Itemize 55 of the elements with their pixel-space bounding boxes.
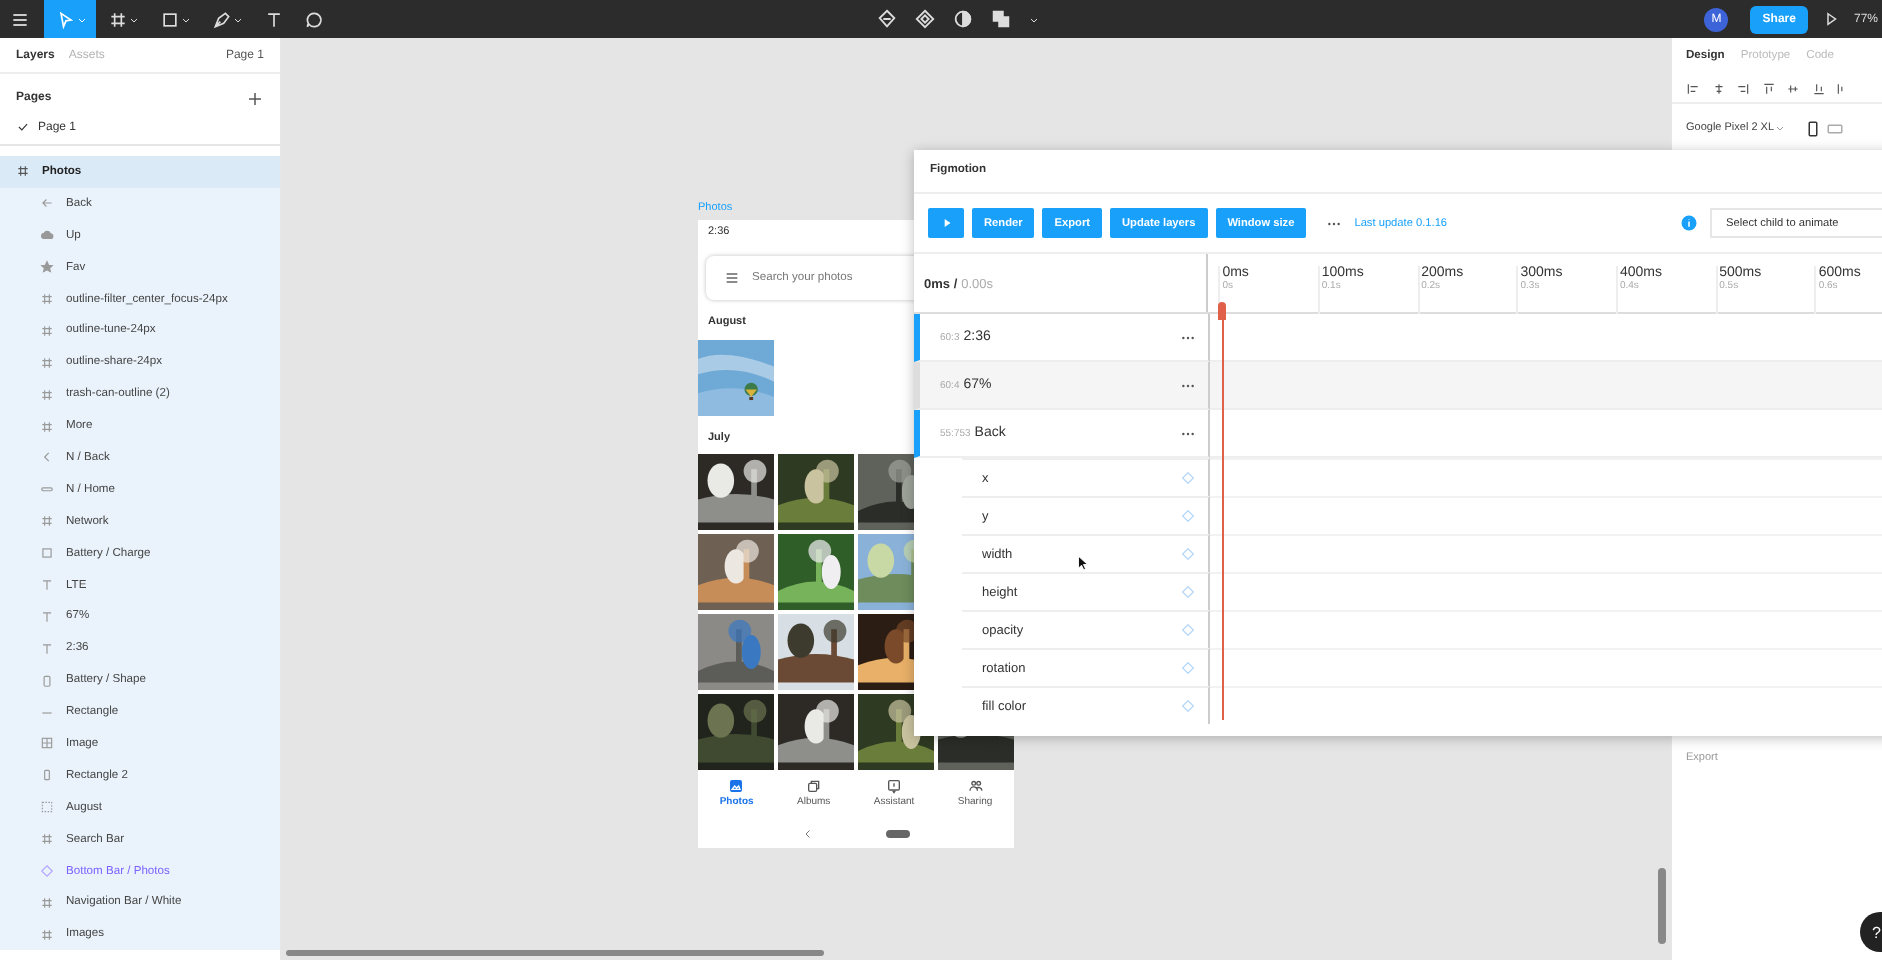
- comment-icon: [304, 9, 324, 29]
- text-icon: [40, 609, 54, 624]
- pen-icon: [212, 9, 232, 29]
- rectangle-icon: [40, 768, 54, 783]
- frame-icon: [40, 323, 54, 338]
- info-icon[interactable]: [1680, 214, 1698, 232]
- star-icon: [40, 260, 54, 275]
- chevron-icon[interactable]: [802, 827, 814, 840]
- play-icon: [939, 216, 953, 230]
- align-center-icon[interactable]: [1711, 81, 1725, 95]
- pill-icon: [40, 482, 54, 497]
- square-icon: [40, 546, 54, 561]
- frame-icon: [40, 419, 54, 434]
- contrast-icon[interactable]: [952, 8, 974, 30]
- scrollbar[interactable]: [1658, 868, 1666, 944]
- frame-icon: [40, 927, 54, 942]
- frame-icon: [108, 9, 128, 29]
- boolean-icon[interactable]: [990, 8, 1012, 30]
- playhead[interactable]: [1218, 302, 1226, 720]
- cursor-pointer-icon: [1074, 552, 1092, 574]
- dashed-square-icon: [40, 800, 54, 815]
- assistant-icon: [886, 778, 903, 795]
- align-bottom-icon[interactable]: [1811, 81, 1825, 95]
- home-pill[interactable]: [886, 829, 910, 838]
- align-top-icon[interactable]: [1761, 81, 1775, 95]
- text-tool-icon: [264, 9, 284, 29]
- portrait-icon[interactable]: [1804, 119, 1823, 137]
- battery-icon: [40, 673, 54, 688]
- frame-icon: [40, 832, 54, 847]
- arrow-icon: [40, 196, 54, 211]
- align-middle-icon[interactable]: [1786, 81, 1800, 95]
- scrollbar[interactable]: [286, 950, 824, 956]
- people-icon: [967, 778, 983, 795]
- square-icon: [160, 9, 180, 29]
- frame-icon: [40, 514, 54, 529]
- cursor-icon: [56, 9, 76, 29]
- align-left-icon[interactable]: [1686, 81, 1700, 95]
- menu-icon[interactable]: [10, 9, 30, 29]
- chevron-icon: [40, 450, 54, 465]
- text-icon: [40, 578, 54, 593]
- component-icon: [40, 864, 54, 879]
- play-icon[interactable]: [1821, 10, 1840, 28]
- image-icon: [40, 736, 54, 751]
- align-right-icon[interactable]: [1736, 81, 1750, 95]
- frame-icon: [40, 292, 54, 306]
- text-icon: [40, 641, 54, 656]
- frame-icon: [40, 387, 54, 402]
- photo-icon: [728, 778, 745, 795]
- plus-icon[interactable]: [246, 89, 264, 107]
- frame-icon: [16, 164, 30, 179]
- frame-icon: [40, 355, 54, 370]
- frame-icon: [40, 895, 54, 910]
- albums-icon: [805, 778, 822, 795]
- cloud-icon: [40, 228, 54, 243]
- diamond-icon[interactable]: [914, 8, 936, 30]
